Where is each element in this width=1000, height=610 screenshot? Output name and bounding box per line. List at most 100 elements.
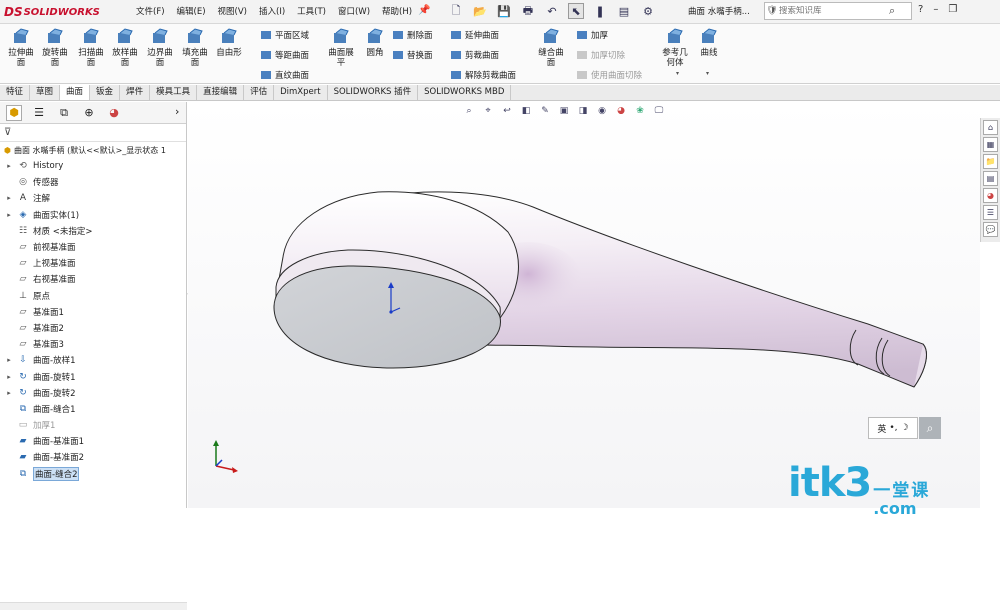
- open-document-icon[interactable]: 📂: [472, 3, 488, 19]
- swept-surface-button[interactable]: 扫描曲 面: [76, 28, 106, 68]
- tree-node[interactable]: ▱ 基准面2: [0, 320, 186, 336]
- menu-item[interactable]: 文件(F): [132, 5, 173, 17]
- tree-node[interactable]: ▸ ⟲ History: [0, 158, 186, 174]
- menu-item[interactable]: 帮助(H): [378, 5, 420, 17]
- restore-button[interactable]: ❐: [948, 4, 957, 15]
- knit-surface-button[interactable]: 缝合曲 面: [536, 28, 566, 68]
- expand-arrow-icon[interactable]: ▸: [4, 162, 14, 170]
- graphics-area[interactable]: ⊟ – ❐ ✕ ⌕ ⌖ ↩ ◧ ✎ ▣ ◨ ◉ ◕ ❀ 🖵: [188, 102, 980, 508]
- save-icon[interactable]: 💾: [496, 3, 512, 19]
- tree-node[interactable]: ⧉ 曲面-缝合2: [0, 466, 186, 482]
- ribbon-small-button[interactable]: 加厚切除: [576, 49, 625, 61]
- property-manager-tab-icon[interactable]: ☰: [31, 105, 47, 121]
- file-explorer-icon[interactable]: 📁: [983, 154, 998, 169]
- select-pointer-icon[interactable]: ⬉: [568, 3, 584, 19]
- tree-node[interactable]: ▰ 曲面-基准面2: [0, 449, 186, 465]
- minimize-button[interactable]: –: [933, 4, 938, 15]
- feature-manager-tab-icon[interactable]: ⬢: [6, 104, 22, 121]
- command-tab[interactable]: 曲面: [60, 85, 91, 100]
- command-tab[interactable]: 钣金: [90, 85, 121, 100]
- new-document-icon[interactable]: 🗋: [448, 3, 464, 19]
- menu-item[interactable]: 插入(I): [255, 5, 293, 17]
- fillet-button[interactable]: 圆角: [360, 28, 390, 58]
- filter-icon[interactable]: ⊽: [4, 127, 11, 138]
- horizontal-scrollbar[interactable]: [0, 602, 187, 610]
- extruded-surface-button[interactable]: 拉伸曲 面: [6, 28, 36, 68]
- tree-node[interactable]: ▰ 曲面-基准面1: [0, 433, 186, 449]
- tree-node[interactable]: ▸ ⇩ 曲面-放样1: [0, 352, 186, 368]
- expand-arrow-icon[interactable]: ▸: [4, 211, 14, 219]
- expand-arrow-icon[interactable]: ▸: [4, 356, 14, 364]
- ribbon-small-button[interactable]: 加厚: [576, 29, 608, 41]
- tree-node[interactable]: ☷ 材质 <未指定>: [0, 223, 186, 239]
- tree-node[interactable]: ▱ 前视基准面: [0, 239, 186, 255]
- tree-node[interactable]: ▱ 基准面3: [0, 336, 186, 352]
- filled-surface-button[interactable]: 填充曲 面: [180, 28, 210, 68]
- curves-button[interactable]: 曲线: [694, 28, 724, 58]
- search-icon[interactable]: ⌕: [889, 4, 895, 18]
- ime-search-icon[interactable]: ⌕: [919, 417, 941, 439]
- expand-arrow-icon[interactable]: ▸: [4, 389, 14, 397]
- menu-item[interactable]: 工具(T): [293, 5, 334, 17]
- tree-node[interactable]: ◎ 传感器: [0, 174, 186, 190]
- tree-node[interactable]: ▸ ↻ 曲面-旋转2: [0, 385, 186, 401]
- chevron-down-icon[interactable]: ▾: [706, 70, 709, 77]
- print-icon[interactable]: 🖶: [520, 3, 536, 19]
- ime-punctuation[interactable]: •,: [889, 423, 897, 433]
- chevron-down-icon[interactable]: ▾: [676, 70, 679, 77]
- ribbon-small-button[interactable]: 删除面: [392, 29, 433, 41]
- command-tab[interactable]: 评估: [244, 85, 275, 100]
- solidworks-logo[interactable]: DS SOLIDWORKS: [4, 4, 100, 20]
- command-tab[interactable]: SOLIDWORKS MBD: [418, 85, 512, 100]
- ime-toolbar[interactable]: 英 •, ☽: [868, 417, 918, 439]
- lofted-surface-button[interactable]: 放样曲 面: [110, 28, 140, 68]
- ribbon-small-button[interactable]: 平面区域: [260, 29, 309, 41]
- view-palette-icon[interactable]: ▤: [983, 171, 998, 186]
- ribbon-small-button[interactable]: 直纹曲面: [260, 69, 309, 81]
- tree-node[interactable]: ▭ 加厚1: [0, 417, 186, 433]
- forum-icon[interactable]: 💬: [983, 222, 998, 237]
- ribbon-small-button[interactable]: 使用曲面切除: [576, 69, 642, 81]
- expand-arrow-icon[interactable]: ▸: [4, 373, 14, 381]
- configuration-manager-tab-icon[interactable]: ⧉: [56, 105, 72, 121]
- command-tab[interactable]: DimXpert: [274, 85, 328, 100]
- tree-node[interactable]: ▸ A 注解: [0, 190, 186, 206]
- tree-root-part[interactable]: ⬢ 曲面 水嘴手柄 (默认<<默认>_显示状态 1: [0, 142, 186, 158]
- tree-node[interactable]: ▱ 右视基准面: [0, 271, 186, 287]
- tree-node[interactable]: ▸ ↻ 曲面-旋转1: [0, 368, 186, 384]
- tree-node[interactable]: ⧉ 曲面-缝合1: [0, 401, 186, 417]
- appearances-icon[interactable]: ◕: [983, 188, 998, 203]
- custom-properties-icon[interactable]: ☰: [983, 205, 998, 220]
- command-tab[interactable]: 焊件: [120, 85, 151, 100]
- revolved-surface-button[interactable]: 旋转曲 面: [40, 28, 70, 68]
- undo-icon[interactable]: ↶: [544, 3, 560, 19]
- traffic-light-icon[interactable]: ❚: [592, 3, 608, 19]
- file-properties-icon[interactable]: ▤: [616, 3, 632, 19]
- dimxpert-manager-tab-icon[interactable]: ⊕: [81, 105, 97, 121]
- help-button[interactable]: ?: [918, 4, 923, 15]
- ribbon-small-button[interactable]: 等距曲面: [260, 49, 309, 61]
- command-tab[interactable]: 草图: [30, 85, 61, 100]
- boundary-surface-button[interactable]: 边界曲 面: [145, 28, 175, 68]
- ime-moon-icon[interactable]: ☽: [901, 423, 909, 433]
- design-library-icon[interactable]: ▦: [983, 137, 998, 152]
- tree-node[interactable]: ▸ ◈ 曲面实体(1): [0, 207, 186, 223]
- command-tab[interactable]: 直接编辑: [197, 85, 245, 100]
- reference-geometry-button[interactable]: 参考几 何体: [660, 28, 690, 68]
- freeform-button[interactable]: 自由形: [214, 28, 244, 58]
- tree-node[interactable]: ⊥ 原点: [0, 288, 186, 304]
- command-tab[interactable]: 特征: [0, 85, 31, 100]
- command-tab[interactable]: SOLIDWORKS 插件: [328, 85, 419, 100]
- solidworks-resources-icon[interactable]: ⌂: [983, 120, 998, 135]
- chevron-right-icon[interactable]: ›: [175, 105, 179, 118]
- menu-item[interactable]: 窗口(W): [334, 5, 378, 17]
- tree-node[interactable]: ▱ 上视基准面: [0, 255, 186, 271]
- search-scope-icon[interactable]: 🛡: [765, 6, 779, 16]
- display-manager-tab-icon[interactable]: ◕: [106, 105, 122, 121]
- options-gear-icon[interactable]: ⚙: [640, 3, 656, 19]
- ribbon-small-button[interactable]: 剪裁曲面: [450, 49, 499, 61]
- shower-handle-model[interactable]: [188, 102, 980, 508]
- pin-menu-icon[interactable]: 📌: [418, 5, 430, 16]
- ime-language[interactable]: 英: [877, 422, 886, 435]
- ribbon-small-button[interactable]: 替换面: [392, 49, 433, 61]
